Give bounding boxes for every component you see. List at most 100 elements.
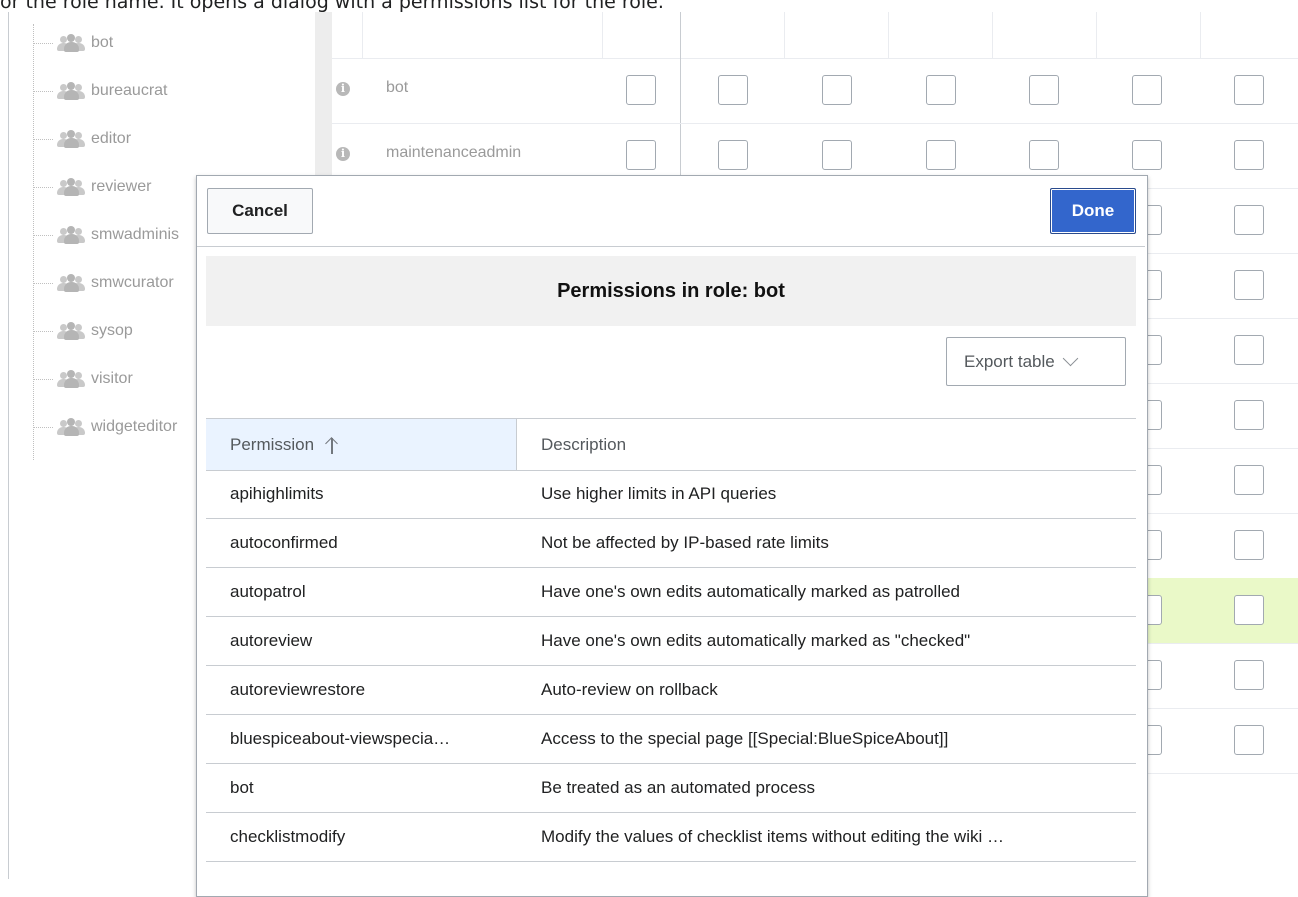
group-icon bbox=[57, 418, 87, 436]
permission-cell: bot bbox=[230, 778, 254, 797]
permission-checkbox[interactable] bbox=[1234, 75, 1264, 105]
group-icon bbox=[57, 178, 87, 196]
description-cell: Be treated as an automated process bbox=[541, 778, 816, 797]
permission-checkbox[interactable] bbox=[1234, 140, 1264, 170]
permission-cell: autopatrol bbox=[230, 582, 306, 601]
table-row: autoreview Have one's own edits automatic… bbox=[206, 617, 1136, 666]
tree-connector-dash bbox=[33, 186, 53, 188]
tree-connector-dash bbox=[33, 378, 53, 380]
tree-connector-dash bbox=[33, 234, 53, 236]
permission-checkbox[interactable] bbox=[718, 75, 748, 105]
cancel-button[interactable]: Cancel bbox=[207, 188, 313, 234]
permission-checkbox[interactable] bbox=[926, 75, 956, 105]
group-icon bbox=[57, 322, 87, 340]
tree-item-label: bureaucrat bbox=[91, 82, 168, 99]
description-cell: Not be affected by IP-based rate limits bbox=[541, 533, 829, 552]
tree-connector-dash bbox=[33, 426, 53, 428]
permission-cell: apihighlimits bbox=[230, 484, 324, 503]
description-cell: Auto-review on rollback bbox=[541, 680, 718, 699]
permission-checkbox[interactable] bbox=[1234, 660, 1264, 690]
permission-checkbox[interactable] bbox=[626, 75, 656, 105]
permission-checkbox[interactable] bbox=[1234, 270, 1264, 300]
tree-item-bot[interactable]: bot bbox=[33, 32, 113, 54]
tree-item-label: smwadminis bbox=[91, 226, 180, 243]
done-button[interactable]: Done bbox=[1050, 188, 1136, 234]
description-cell: Use higher limits in API queries bbox=[541, 484, 777, 503]
permission-checkbox[interactable] bbox=[626, 140, 656, 170]
permission-checkbox[interactable] bbox=[822, 140, 852, 170]
grid-header-divider bbox=[992, 12, 993, 58]
tree-item-smwadminis[interactable]: smwadminis bbox=[33, 224, 179, 246]
column-header-permission-label: Permission bbox=[230, 434, 315, 454]
tree-item-bureaucrat[interactable]: bureaucrat bbox=[33, 80, 168, 102]
tree-item-editor[interactable]: editor bbox=[33, 128, 131, 150]
tree-item-visitor[interactable]: visitor bbox=[33, 368, 133, 390]
permissions-table-header: Permission Description bbox=[206, 418, 1136, 471]
tree-item-smwcurator[interactable]: smwcurator bbox=[33, 272, 174, 294]
info-icon[interactable]: i bbox=[336, 147, 350, 161]
tree-connector-dash bbox=[33, 90, 53, 92]
table-row: checklistmodify Modify the values of chec… bbox=[206, 813, 1136, 862]
tree-item-reviewer[interactable]: reviewer bbox=[33, 176, 151, 198]
tree-connector-dash bbox=[33, 330, 53, 332]
export-table-label: Export table bbox=[964, 351, 1055, 371]
permission-checkbox[interactable] bbox=[1234, 335, 1264, 365]
permission-checkbox[interactable] bbox=[1234, 725, 1264, 755]
permission-cell: autoconfirmed bbox=[230, 533, 338, 552]
export-table-dropdown[interactable]: Export table bbox=[946, 337, 1126, 386]
grid-header-divider bbox=[1096, 12, 1097, 58]
grid-header-divider bbox=[602, 12, 603, 58]
group-icon bbox=[57, 34, 87, 52]
group-icon bbox=[57, 130, 87, 148]
permission-cell: autoreviewrestore bbox=[230, 680, 366, 699]
permission-checkbox[interactable] bbox=[1234, 205, 1264, 235]
permissions-dialog: Cancel Done Permissions in role: bot Exp… bbox=[196, 175, 1148, 897]
tree-item-sysop[interactable]: sysop bbox=[33, 320, 133, 342]
permission-checkbox[interactable] bbox=[1132, 140, 1162, 170]
grid-header-divider bbox=[784, 12, 785, 58]
description-cell: Have one's own edits automatically marke… bbox=[541, 582, 961, 601]
permission-checkbox[interactable] bbox=[1234, 465, 1264, 495]
permission-checkbox[interactable] bbox=[822, 75, 852, 105]
permission-checkbox[interactable] bbox=[718, 140, 748, 170]
grid-row: i bot bbox=[332, 58, 1298, 124]
group-icon bbox=[57, 274, 87, 292]
tree-connector-dash bbox=[33, 282, 53, 284]
permission-checkbox[interactable] bbox=[1234, 595, 1264, 625]
grid-header bbox=[332, 12, 1298, 59]
description-cell: Access to the special page [[Special:Blu… bbox=[541, 729, 949, 748]
grid-row-role-name[interactable]: bot bbox=[386, 79, 408, 97]
permission-cell: bluespiceabout-viewspecia… bbox=[230, 729, 451, 748]
dialog-title: Permissions in role: bot bbox=[206, 256, 1136, 326]
tree-item-label: sysop bbox=[91, 322, 133, 339]
permission-checkbox[interactable] bbox=[1029, 140, 1059, 170]
column-header-permission[interactable]: Permission bbox=[206, 419, 517, 470]
tree-item-label: smwcurator bbox=[91, 274, 174, 291]
table-row: apihighlimits Use higher limits in API qu… bbox=[206, 470, 1136, 519]
group-icon bbox=[57, 226, 87, 244]
description-cell: Have one's own edits automatically marke… bbox=[541, 631, 971, 650]
tree-item-widgeteditor[interactable]: widgeteditor bbox=[33, 416, 177, 438]
permission-cell: checklistmodify bbox=[230, 827, 346, 846]
tree-connector-dash bbox=[33, 42, 53, 44]
permission-cell: autoreview bbox=[230, 631, 313, 650]
tree-item-label: bot bbox=[91, 34, 114, 51]
permission-checkbox[interactable] bbox=[926, 140, 956, 170]
grid-header-divider bbox=[1200, 12, 1201, 58]
permission-checkbox[interactable] bbox=[1132, 75, 1162, 105]
column-header-description[interactable]: Description bbox=[517, 419, 626, 470]
permission-checkbox[interactable] bbox=[1234, 400, 1264, 430]
tree-item-label: editor bbox=[91, 130, 132, 147]
permission-checkbox[interactable] bbox=[1234, 530, 1264, 560]
tree-item-label: widgeteditor bbox=[91, 418, 178, 435]
dialog-header: Cancel Done bbox=[197, 176, 1145, 247]
permission-checkbox[interactable] bbox=[1029, 75, 1059, 105]
grid-header-divider bbox=[362, 12, 363, 58]
table-row: autoconfirmed Not be affected by IP-based… bbox=[206, 519, 1136, 568]
group-icon bbox=[57, 82, 87, 100]
tree-item-label: visitor bbox=[91, 370, 133, 387]
column-header-description-label: Description bbox=[541, 434, 627, 454]
table-row: autopatrol Have one's own edits automatic… bbox=[206, 568, 1136, 617]
info-icon[interactable]: i bbox=[336, 82, 350, 96]
grid-row-role-name[interactable]: maintenanceadmin bbox=[386, 144, 521, 162]
